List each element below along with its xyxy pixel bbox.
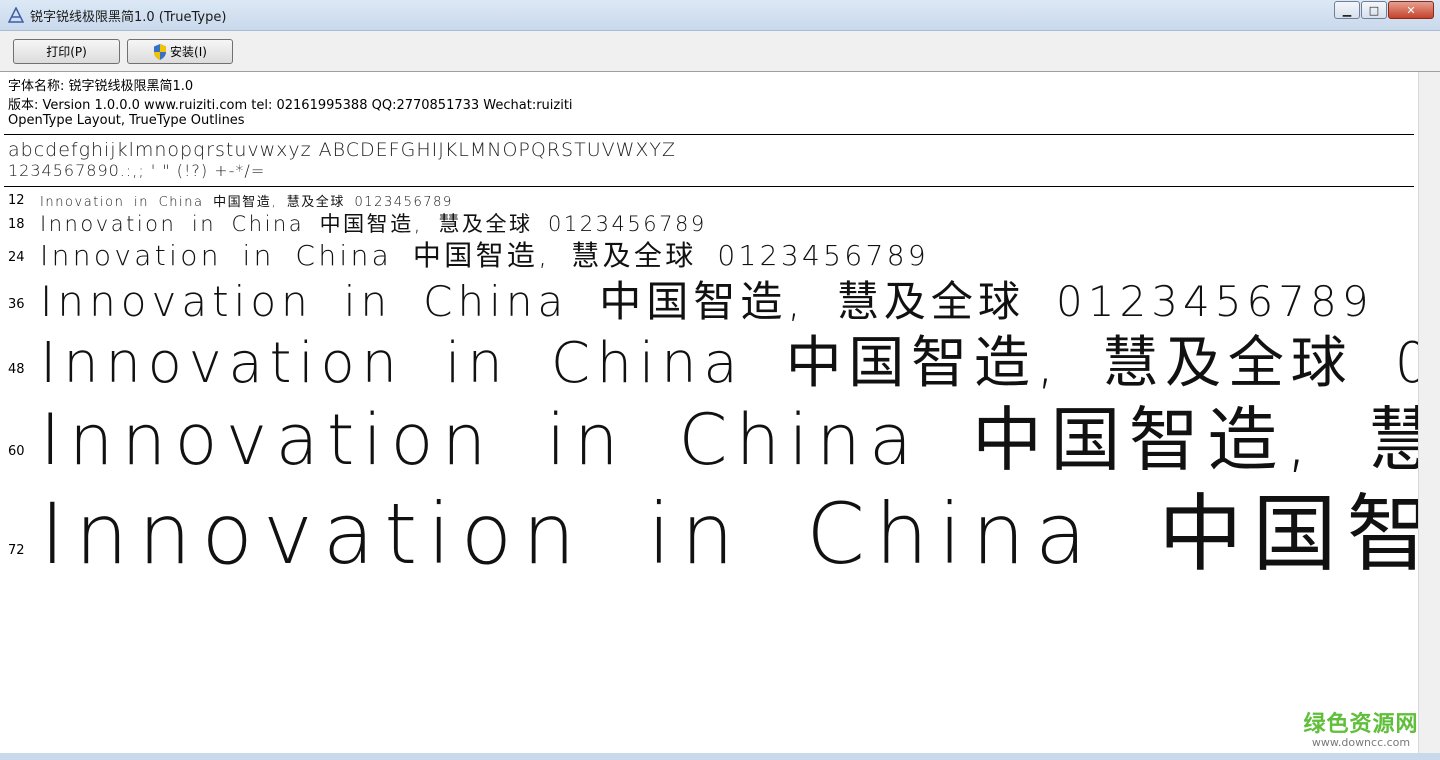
close-button[interactable]: ✕ (1388, 1, 1434, 19)
watermark: 绿色资源网 www.downcc.com (1302, 706, 1420, 749)
uac-shield-icon (154, 43, 167, 60)
minimize-button[interactable]: ▁ (1334, 1, 1360, 19)
format-line: OpenType Layout, TrueType Outlines (8, 113, 245, 128)
watermark-url: www.downcc.com (1311, 736, 1411, 749)
charset-symbols: 1234567890.:,; ' " (!?) +-*/= (8, 161, 266, 180)
close-icon: ✕ (1406, 3, 1416, 17)
size-label: 24 (8, 250, 25, 265)
print-button-label: 打印(P) (46, 45, 87, 59)
install-button[interactable]: 安装(I) (127, 39, 233, 64)
sample-text-72: Innovation in China 中国智造, 慧及全球 012345678… (40, 485, 1418, 583)
size-label: 36 (8, 297, 25, 312)
font-app-icon (8, 7, 24, 23)
divider (4, 134, 1414, 135)
divider (4, 186, 1414, 187)
size-label: 12 (8, 193, 25, 208)
print-button[interactable]: 打印(P) (13, 39, 120, 64)
window-controls: ▁ □ ✕ (1333, 1, 1434, 19)
size-label: 60 (8, 444, 25, 459)
window-title: 锐字锐线极限黑简1.0 (TrueType) (30, 10, 227, 25)
size-label: 18 (8, 217, 25, 232)
vertical-scrollbar[interactable] (1418, 72, 1440, 753)
maximize-icon: □ (1368, 3, 1380, 17)
watermark-name: 绿色资源网 (1303, 712, 1419, 737)
font-name-line: 字体名称: 锐字锐线极限黑简1.0 (8, 79, 194, 94)
maximize-button[interactable]: □ (1361, 1, 1387, 19)
window-bottom-border (0, 753, 1440, 760)
size-label: 72 (8, 543, 25, 558)
size-label: 48 (8, 362, 25, 377)
toolbar: 打印(P) 安装(I) (0, 31, 1440, 72)
version-line: 版本: Version 1.0.0.0 www.ruiziti.com tel:… (8, 98, 573, 113)
install-button-label: 安装(I) (170, 45, 207, 59)
font-preview-area: 字体名称: 锐字锐线极限黑简1.0 版本: Version 1.0.0.0 ww… (0, 72, 1418, 753)
title-bar: 锐字锐线极限黑简1.0 (TrueType) ▁ □ ✕ (0, 0, 1440, 31)
charset-letters: abcdefghijklmnopqrstuvwxyz ABCDEFGHIJKLM… (8, 139, 677, 161)
minimize-icon: ▁ (1342, 3, 1352, 17)
